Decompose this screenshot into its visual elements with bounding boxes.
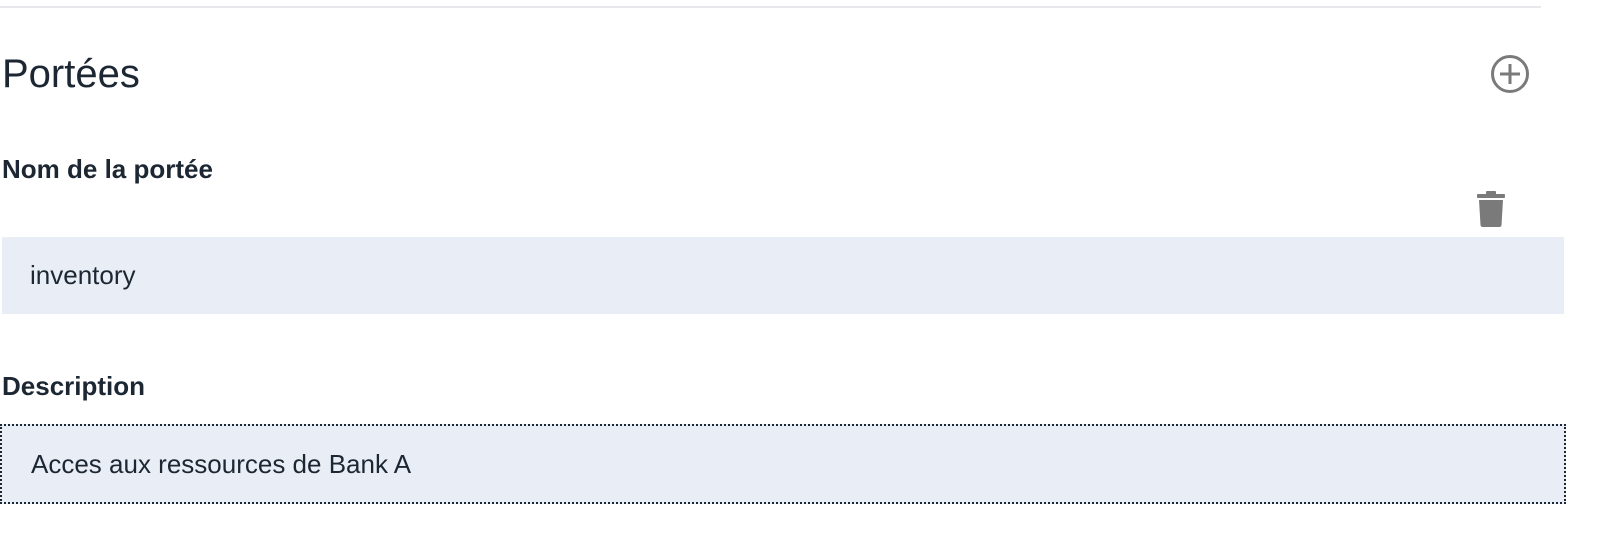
scopes-panel: Portées Nom de la portée Description — [0, 0, 1622, 536]
trash-icon — [1476, 190, 1506, 228]
delete-scope-button[interactable] — [1476, 190, 1506, 228]
add-scope-button[interactable] — [1490, 54, 1530, 94]
description-label: Description — [2, 371, 146, 401]
section-title: Portées — [2, 52, 140, 96]
scope-name-label: Nom de la portée — [2, 154, 213, 184]
description-input[interactable] — [0, 424, 1566, 504]
plus-circle-icon — [1490, 54, 1530, 94]
scope-name-input[interactable] — [2, 237, 1564, 314]
top-divider — [0, 6, 1541, 8]
